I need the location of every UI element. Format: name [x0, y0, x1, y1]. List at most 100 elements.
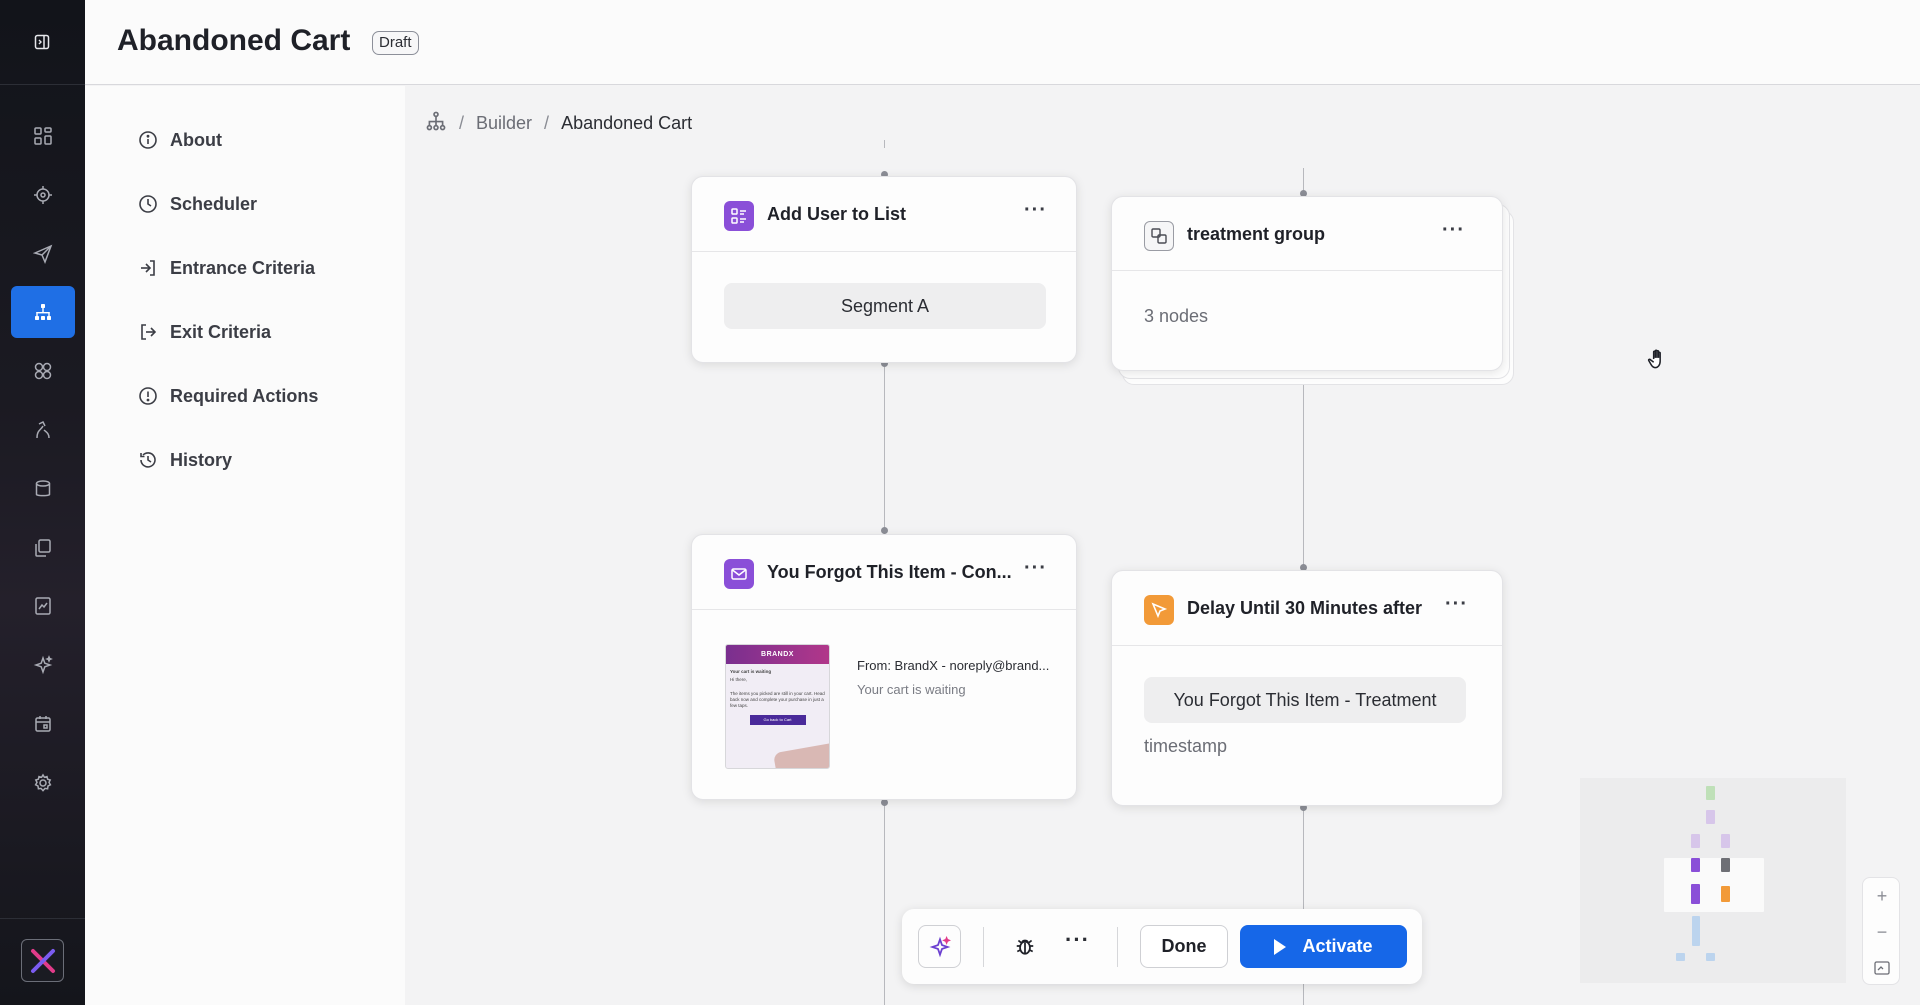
node-header: treatment group ··· — [1112, 197, 1502, 271]
minimap-node — [1692, 916, 1700, 946]
experiments-icon[interactable] — [11, 404, 75, 456]
play-icon — [1274, 938, 1287, 955]
node-title: Delay Until 30 Minutes after — [1187, 598, 1423, 618]
target-icon[interactable] — [11, 169, 75, 221]
toolbar-divider — [983, 927, 984, 967]
debug-bug-icon[interactable] — [1010, 931, 1040, 961]
collapse-sidebar-icon[interactable] — [28, 28, 56, 56]
info-icon — [137, 129, 159, 151]
node-title: You Forgot This Item - Con... — [767, 562, 1012, 582]
node-add-user-to-list[interactable]: Add User to List ··· Segment A — [691, 176, 1077, 363]
node-header: Delay Until 30 Minutes after ··· — [1112, 571, 1502, 646]
minimap-node — [1706, 786, 1715, 800]
menu-item-label: Required Actions — [170, 385, 319, 406]
minimap-node — [1706, 953, 1715, 961]
zoom-in-icon[interactable]: + — [1863, 878, 1901, 914]
menu-item-required-actions[interactable]: Required Actions — [137, 382, 318, 410]
done-button[interactable]: Done — [1140, 925, 1228, 968]
node-delay[interactable]: Delay Until 30 Minutes after ··· You For… — [1111, 570, 1503, 806]
node-email[interactable]: You Forgot This Item - Con... ··· BRANDX… — [691, 534, 1077, 800]
toolbar-divider — [1117, 927, 1118, 967]
zoom-controls: + − — [1862, 877, 1900, 985]
send-icon[interactable] — [11, 228, 75, 280]
more-options-icon[interactable]: ··· — [1445, 593, 1468, 616]
bottom-toolbar: ··· Done Activate — [902, 909, 1422, 984]
preview-greeting: Hi there, — [730, 677, 748, 682]
mail-icon — [724, 559, 754, 589]
minimap-node — [1706, 810, 1715, 824]
menu-item-history[interactable]: History — [137, 446, 232, 474]
ai-assistant-button[interactable] — [918, 925, 961, 968]
segments-icon[interactable] — [11, 345, 75, 397]
node-header: Add User to List ··· — [692, 177, 1076, 252]
exit-icon — [137, 321, 159, 343]
connector-dot[interactable] — [881, 527, 888, 534]
templates-icon[interactable] — [11, 522, 75, 574]
journey-settings-menu: About Scheduler Entrance Criteria Exit C… — [85, 86, 405, 1005]
left-rail — [0, 0, 85, 1005]
toolbar-more-icon[interactable]: ··· — [1065, 927, 1090, 953]
menu-item-label: Entrance Criteria — [170, 257, 316, 278]
minimap-node — [1691, 884, 1700, 904]
journey-builder-icon[interactable] — [11, 286, 75, 339]
minimap-node — [1721, 834, 1730, 848]
connector-dot[interactable] — [881, 799, 888, 806]
more-options-icon[interactable]: ··· — [1024, 557, 1047, 580]
ai-sparkle-icon[interactable] — [11, 639, 75, 691]
menu-item-about[interactable]: About — [137, 126, 222, 154]
breadcrumb: / Builder / Abandoned Cart — [425, 110, 692, 137]
menu-item-entrance-criteria[interactable]: Entrance Criteria — [137, 254, 315, 282]
rail-nav — [11, 110, 75, 816]
rail-divider-bottom — [0, 918, 85, 919]
menu-item-exit-criteria[interactable]: Exit Criteria — [137, 318, 271, 346]
breadcrumb-current: Abandoned Cart — [561, 113, 693, 133]
event-pill[interactable]: You Forgot This Item - Treatment — [1144, 677, 1466, 723]
node-count: 3 nodes — [1144, 306, 1209, 326]
menu-item-label: Exit Criteria — [170, 321, 272, 342]
rail-divider — [0, 84, 85, 85]
more-options-icon[interactable]: ··· — [1442, 219, 1465, 242]
menu-item-label: About — [170, 129, 222, 150]
page-header: Abandoned Cart Draft — [85, 0, 1920, 85]
breadcrumb-builder[interactable]: Builder — [476, 113, 532, 134]
status-badge: Draft — [372, 31, 419, 55]
canvas-minimap[interactable] — [1580, 778, 1846, 983]
brand-logo-icon[interactable] — [21, 939, 64, 982]
email-from: From: BrandX - noreply@brand... — [857, 658, 1050, 673]
history-icon — [137, 449, 159, 471]
more-options-icon[interactable]: ··· — [1024, 199, 1047, 222]
segment-pill[interactable]: Segment A — [724, 283, 1046, 329]
preview-cta: Go back to Cart — [749, 715, 806, 725]
preview-body: The items you picked are still in your c… — [730, 691, 825, 708]
calendar-icon[interactable] — [11, 698, 75, 750]
group-icon — [1144, 221, 1174, 251]
node-title: Add User to List — [767, 204, 907, 224]
minimap-node — [1691, 858, 1700, 872]
preview-heading: Your cart is waiting — [730, 669, 772, 674]
email-preview-thumbnail[interactable]: BRANDX Your cart is waiting Hi there, Th… — [725, 644, 830, 769]
minimap-node — [1691, 834, 1700, 848]
fit-view-icon[interactable] — [1863, 950, 1901, 986]
settings-icon[interactable] — [11, 757, 75, 809]
dashboard-icon[interactable] — [11, 110, 75, 162]
reports-icon[interactable] — [11, 580, 75, 632]
enter-icon — [137, 257, 159, 279]
minimap-node — [1721, 886, 1730, 902]
clock-icon — [137, 193, 159, 215]
database-icon[interactable] — [11, 463, 75, 515]
activate-label: Activate — [1302, 936, 1373, 956]
hierarchy-icon[interactable] — [425, 110, 447, 137]
breadcrumb-separator: / — [544, 113, 550, 133]
minimap-viewport[interactable] — [1664, 858, 1764, 912]
timestamp-field: timestamp — [1144, 736, 1228, 756]
edge-line — [884, 803, 885, 1005]
edge-line — [884, 140, 885, 148]
menu-item-scheduler[interactable]: Scheduler — [137, 190, 257, 218]
email-subject: Your cart is waiting — [857, 682, 966, 697]
cursor-icon — [1144, 595, 1174, 625]
activate-button[interactable]: Activate — [1240, 925, 1407, 968]
zoom-out-icon[interactable]: − — [1863, 914, 1901, 950]
node-title: treatment group — [1187, 224, 1326, 244]
minimap-node — [1676, 953, 1685, 961]
node-treatment-group[interactable]: treatment group ··· 3 nodes — [1111, 196, 1503, 371]
